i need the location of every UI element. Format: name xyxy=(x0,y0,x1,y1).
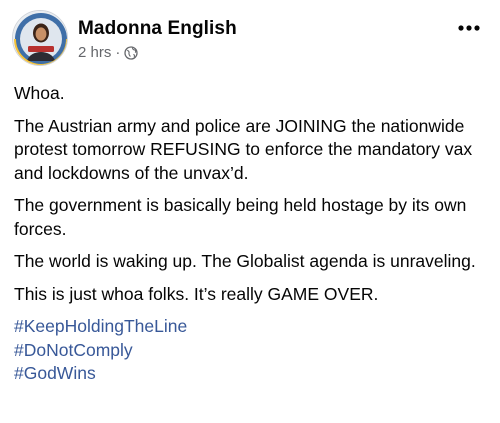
more-options-icon[interactable] xyxy=(454,18,484,38)
hashtag-list: #KeepHoldingTheLine #DoNotComply #GodWin… xyxy=(14,315,490,386)
post-paragraph: This is just whoa folks. It’s really GAM… xyxy=(14,283,379,304)
meta-separator: · xyxy=(115,44,121,61)
post-paragraph: The Austrian army and police are JOINING… xyxy=(14,115,473,183)
post-paragraph: Whoa. xyxy=(14,83,65,103)
hashtag-god-wins[interactable]: #GodWins xyxy=(14,362,490,386)
post-meta: 2 hrs · xyxy=(78,44,139,61)
globe-icon[interactable] xyxy=(124,45,139,60)
author-name[interactable]: Madonna English xyxy=(78,18,237,40)
hashtag-keep-holding-the-line[interactable]: #KeepHoldingTheLine xyxy=(14,315,490,339)
post-body: Whoa. The Austrian army and police are J… xyxy=(14,82,490,386)
post-paragraph: The world is waking up. The Globalist ag… xyxy=(14,251,476,271)
avatar[interactable] xyxy=(12,10,68,66)
post-paragraph: The government is basically being held h… xyxy=(14,195,467,239)
post-timestamp[interactable]: 2 hrs xyxy=(78,44,111,61)
post-header: Madonna English 2 hrs · xyxy=(12,10,488,68)
avatar-image xyxy=(13,11,67,65)
hashtag-do-not-comply[interactable]: #DoNotComply xyxy=(14,339,490,363)
facebook-post: Madonna English 2 hrs · Whoa. The Austri… xyxy=(0,0,500,423)
